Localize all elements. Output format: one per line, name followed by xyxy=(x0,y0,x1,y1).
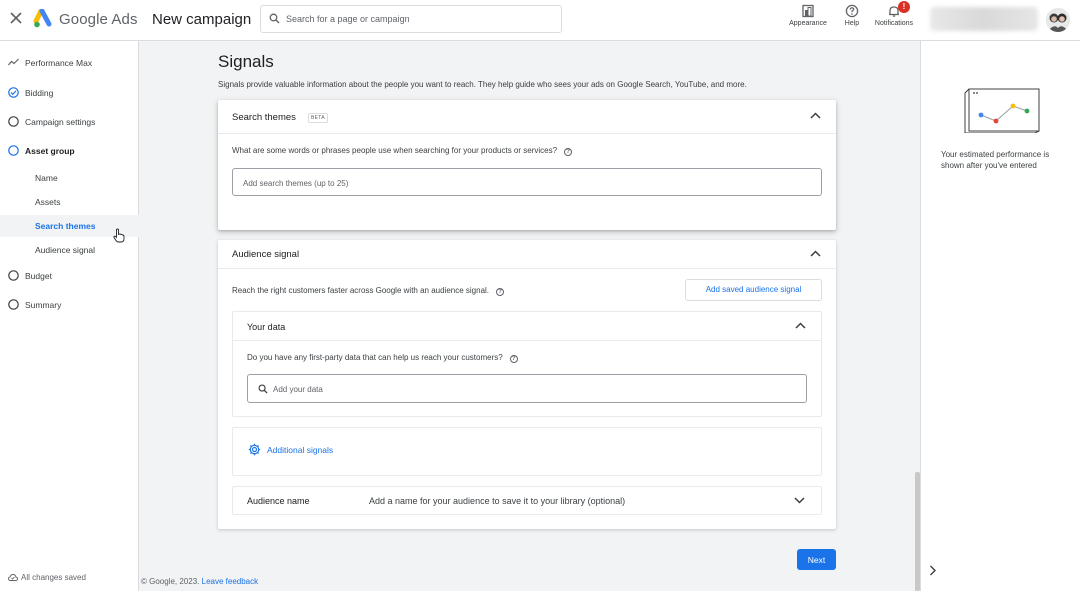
chevron-down-icon[interactable] xyxy=(794,497,805,504)
sidebar-item-label: Bidding xyxy=(25,88,54,98)
audience-signal-title: Audience signal xyxy=(232,249,300,260)
notification-badge: ! xyxy=(898,1,910,13)
your-data-section: Your data Do you have any first-party da… xyxy=(232,311,822,417)
page-title: Signals xyxy=(218,52,274,71)
check-circle-icon xyxy=(8,87,19,98)
performance-chart-illustration-icon xyxy=(964,88,1040,133)
sidebar-subitem-assets[interactable]: Assets xyxy=(0,191,139,213)
your-data-question: Do you have any first-party data that ca… xyxy=(247,353,518,363)
search-themes-question: What are some words or phrases people us… xyxy=(232,146,573,156)
notifications-button[interactable]: Notifications ! xyxy=(872,1,916,37)
performance-text: Your estimated performance is shown afte… xyxy=(941,150,1050,170)
avatar[interactable] xyxy=(1046,8,1070,32)
help-circle-icon[interactable]: ? xyxy=(496,288,505,296)
sidebar-subitem-label: Name xyxy=(35,173,58,183)
sidebar-item-performance-max[interactable]: Performance Max xyxy=(0,51,139,75)
help-circle-icon[interactable]: ? xyxy=(564,148,573,156)
additional-signals-section: Additional signals xyxy=(232,427,822,476)
your-data-title: Your data xyxy=(247,322,286,332)
sidebar-item-label: Asset group xyxy=(25,146,75,156)
next-button[interactable]: Next xyxy=(797,549,836,570)
top-bar: Google Ads New campaign Appearance Help … xyxy=(0,0,1080,41)
help-circle-icon[interactable]: ? xyxy=(509,355,518,363)
add-saved-audience-signal-button[interactable]: Add saved audience signal xyxy=(685,279,822,301)
circle-icon xyxy=(8,116,19,127)
sidebar-item-label: Campaign settings xyxy=(25,117,96,127)
audience-signal-description-text: Reach the right customers faster across … xyxy=(232,286,490,295)
appearance-button[interactable]: Appearance xyxy=(786,3,830,37)
chevron-right-icon[interactable] xyxy=(929,565,937,576)
beta-badge: BETA xyxy=(308,113,328,123)
performance-panel: Your estimated performance is shown afte… xyxy=(920,41,1080,591)
chevron-up-icon[interactable] xyxy=(810,112,821,119)
sidebar-item-campaign-settings[interactable]: Campaign settings xyxy=(0,110,139,134)
chevron-up-icon[interactable] xyxy=(795,322,806,329)
campaign-title: New campaign xyxy=(152,11,252,28)
help-icon xyxy=(845,4,859,18)
gear-icon xyxy=(248,443,261,456)
notifications-label: Notifications xyxy=(874,20,914,27)
sidebar-item-label: Budget xyxy=(25,271,52,281)
account-info[interactable] xyxy=(930,7,1038,31)
circle-icon xyxy=(8,270,19,281)
avatar-image-icon xyxy=(1046,8,1070,32)
circle-icon xyxy=(8,145,19,156)
page-description: Signals provide valuable information abo… xyxy=(218,80,747,89)
your-data-question-text: Do you have any first-party data that ca… xyxy=(247,353,503,362)
sidebar-item-summary[interactable]: Summary xyxy=(0,293,139,317)
your-data-header[interactable]: Your data xyxy=(233,312,821,341)
footer: © Google, 2023. Leave feedback xyxy=(141,577,258,586)
audience-signal-card: Audience signal Reach the right customer… xyxy=(218,240,836,529)
save-status-text: All changes saved xyxy=(21,573,86,582)
left-sidebar: Performance Max Bidding Campaign setting… xyxy=(0,41,139,591)
your-data-input[interactable] xyxy=(273,383,793,395)
help-label: Help xyxy=(844,20,860,27)
appearance-icon xyxy=(802,4,814,18)
global-search[interactable] xyxy=(260,5,562,33)
appearance-label: Appearance xyxy=(789,20,827,27)
chevron-up-icon[interactable] xyxy=(810,250,821,257)
cloud-done-icon xyxy=(8,574,18,581)
copyright-text: © Google, 2023. xyxy=(141,577,200,586)
audience-signal-header[interactable]: Audience signal xyxy=(218,240,836,269)
search-icon xyxy=(269,13,280,24)
sidebar-subitem-label: Audience signal xyxy=(35,245,96,255)
brand-name: Google Ads xyxy=(59,11,138,28)
google-ads-logo-icon xyxy=(33,9,52,28)
audience-name-section[interactable]: Audience name Add a name for your audien… xyxy=(232,486,822,515)
audience-signal-description: Reach the right customers faster across … xyxy=(232,286,505,296)
sidebar-item-budget[interactable]: Budget xyxy=(0,264,139,288)
audience-name-label: Audience name xyxy=(247,496,310,506)
sidebar-item-bidding[interactable]: Bidding xyxy=(0,81,139,105)
audience-name-placeholder[interactable]: Add a name for your audience to save it … xyxy=(369,496,625,506)
sidebar-subitem-name[interactable]: Name xyxy=(0,167,139,189)
search-icon xyxy=(258,384,268,394)
search-themes-question-text: What are some words or phrases people us… xyxy=(232,146,558,155)
close-icon[interactable] xyxy=(9,11,23,25)
search-themes-title: Search themes xyxy=(232,112,296,123)
search-themes-card: Search themes BETA What are some words o… xyxy=(218,100,836,230)
sidebar-subitem-label: Assets xyxy=(35,197,61,207)
search-themes-header[interactable]: Search themes BETA xyxy=(218,100,836,134)
search-input[interactable] xyxy=(286,11,556,27)
sidebar-item-asset-group[interactable]: Asset group xyxy=(0,139,139,163)
sidebar-item-label: Summary xyxy=(25,300,62,310)
additional-signals-label: Additional signals xyxy=(267,445,334,455)
search-themes-input[interactable] xyxy=(243,177,813,189)
sidebar-item-label: Performance Max xyxy=(25,58,93,68)
trend-icon xyxy=(8,58,19,66)
circle-icon xyxy=(8,299,19,310)
search-themes-field[interactable] xyxy=(232,168,822,196)
sidebar-subitem-label: Search themes xyxy=(35,221,96,231)
leave-feedback-link[interactable]: Leave feedback xyxy=(202,577,259,586)
help-button[interactable]: Help xyxy=(840,3,864,37)
your-data-field[interactable] xyxy=(247,374,807,403)
hand-cursor-icon xyxy=(113,228,125,243)
